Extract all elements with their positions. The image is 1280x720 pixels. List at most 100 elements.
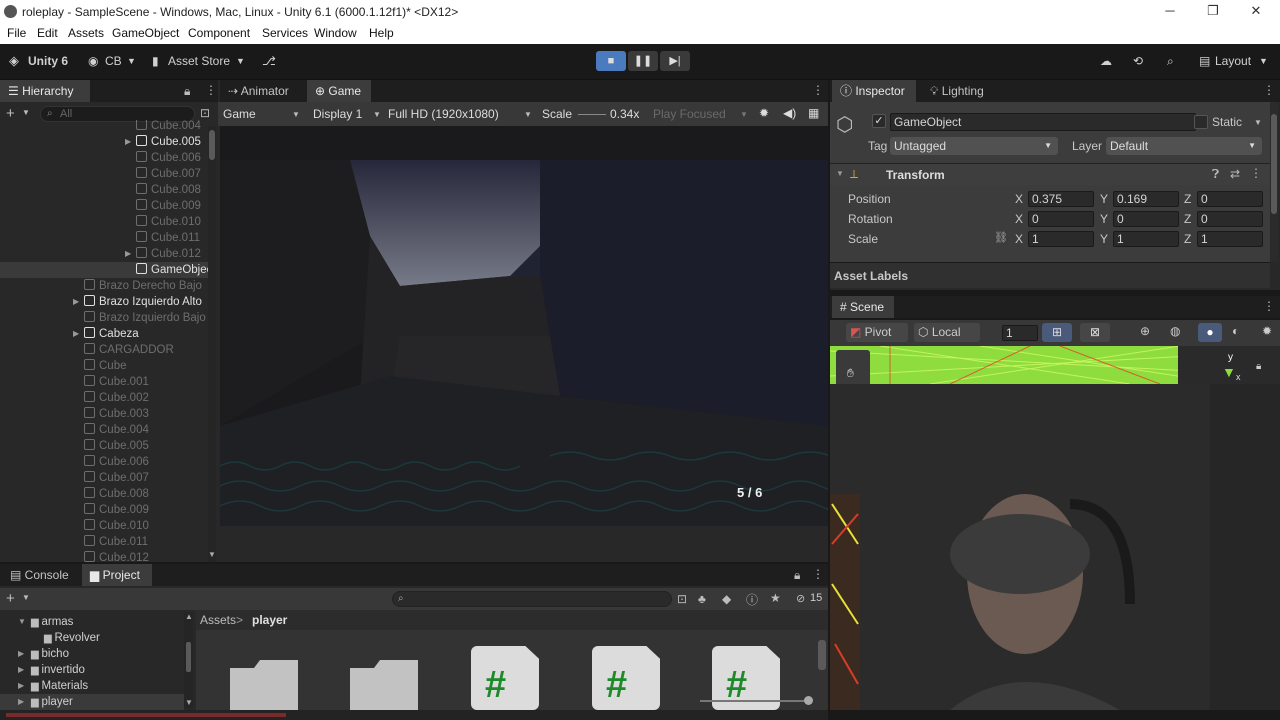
pause-button[interactable]: ❚❚ (628, 51, 658, 71)
menu-services[interactable]: Services (262, 26, 308, 40)
lock-icon[interactable]: 🔒︎ (794, 568, 800, 583)
folder-asset-icon[interactable] (230, 656, 298, 710)
asset-store-button[interactable]: Asset Store (168, 54, 230, 68)
gizmo-lock-icon[interactable]: 🔒︎ (1256, 361, 1261, 372)
scroll-down-icon[interactable]: ▼ (208, 550, 216, 559)
hierarchy-row[interactable]: Cube.002 (0, 390, 208, 406)
menu-edit[interactable]: Edit (37, 26, 58, 40)
expand-arrow-icon[interactable]: ▶ (73, 294, 79, 310)
hierarchy-row[interactable]: ▶ Cube.012 (0, 246, 208, 262)
hierarchy-row[interactable]: Cube (0, 358, 208, 374)
hierarchy-row[interactable]: Cube.004 (0, 120, 208, 134)
tab-animator[interactable]: ⇢ Animator (220, 80, 306, 102)
bug-icon[interactable]: ✹ (759, 106, 769, 120)
hierarchy-row[interactable]: Cube.006 (0, 454, 208, 470)
history-icon[interactable]: ⟲ (1133, 54, 1143, 68)
expand-arrow-icon[interactable]: ▶ (18, 694, 24, 710)
tab-lighting[interactable]: 💡︎ Lighting (922, 80, 1002, 102)
help-icon[interactable]: ❓︎ (1212, 167, 1219, 182)
hierarchy-row[interactable]: CARGADDOR (0, 342, 208, 358)
position-x-field[interactable]: 0.375 (1028, 191, 1094, 207)
stats-icon[interactable]: ▦ (808, 106, 819, 120)
expand-arrow-icon[interactable]: ▶ (18, 678, 24, 694)
hierarchy-row[interactable]: Cube.009 (0, 502, 208, 518)
mute-audio-icon[interactable]: ◀) (783, 106, 796, 120)
hierarchy-row[interactable]: GameObject (0, 262, 216, 278)
layout-button[interactable]: Layout (1215, 54, 1251, 68)
more-icon[interactable]: ⋮ (1263, 83, 1275, 97)
minimize-button[interactable]: ─ (1160, 3, 1180, 18)
account-button[interactable]: CB (105, 54, 122, 68)
version-control-icon[interactable]: ⎇ (262, 54, 276, 68)
position-y-label[interactable]: Y (1100, 192, 1108, 206)
folder-scroll-thumb[interactable] (186, 642, 191, 672)
expand-arrow-icon[interactable]: ▶ (18, 646, 24, 662)
hierarchy-row[interactable]: ▶ Brazo Izquierdo Alto (0, 294, 208, 310)
menu-component[interactable]: Component (188, 26, 250, 40)
tab-console[interactable]: ▤ Console (2, 564, 80, 586)
label-icon[interactable]: ◆ (722, 592, 731, 606)
hand-tool-icon[interactable]: ✋︎ (847, 366, 854, 381)
hierarchy-row[interactable]: Cube.011 (0, 534, 208, 550)
close-button[interactable]: ✕ (1246, 3, 1266, 19)
hierarchy-row[interactable]: Cube.001 (0, 374, 208, 390)
hierarchy-scrollbar[interactable]: ▼ (208, 126, 216, 562)
icon-size-slider-thumb[interactable] (804, 696, 813, 705)
project-search-input[interactable]: ⌕ (392, 591, 672, 607)
preset-icon[interactable]: ⇄ (1230, 167, 1240, 181)
asset-labels-bar[interactable]: Asset Labels (830, 262, 1270, 288)
hierarchy-row[interactable]: Cube.004 (0, 422, 208, 438)
play-stop-button[interactable]: ■ (596, 51, 626, 71)
scale-y-field[interactable]: 1 (1113, 231, 1179, 247)
rotation-x-label[interactable]: X (1015, 212, 1023, 226)
hierarchy-row[interactable]: Cube.007 (0, 166, 208, 182)
folder-row[interactable]: ▶ ▆ invertido (0, 662, 184, 678)
inspector-scrollbar[interactable] (1270, 102, 1278, 262)
hierarchy-row[interactable]: ▶ Cube.005 (0, 134, 208, 150)
csharp-script-icon[interactable]: # (592, 646, 660, 710)
effects-icon[interactable]: ✹ (1262, 324, 1272, 338)
unity-version-button[interactable]: Unity 6 (28, 54, 68, 68)
status-error-indicator[interactable] (6, 713, 286, 717)
grid-toggle-icon[interactable]: ⊞ (1042, 323, 1072, 342)
hierarchy-row[interactable]: Cube.003 (0, 406, 208, 422)
scale-z-label[interactable]: Z (1184, 232, 1191, 246)
assets-scroll-thumb[interactable] (818, 640, 826, 670)
info-icon[interactable]: ⓘ (746, 591, 758, 608)
search-by-type-icon[interactable]: ⊡ (677, 592, 687, 606)
gizmo-y-cone[interactable]: ▼ (1222, 364, 1236, 380)
step-button[interactable]: ▶| (660, 51, 690, 71)
play-focused-dropdown[interactable]: Play Focused (653, 107, 726, 121)
folder-row[interactable]: ▆ Revolver (0, 630, 184, 646)
expand-arrow-icon[interactable]: ▶ (73, 326, 79, 342)
hierarchy-row[interactable]: Cube.010 (0, 214, 208, 230)
static-checkbox[interactable] (1194, 115, 1208, 129)
menu-gameobject[interactable]: GameObject (112, 26, 179, 40)
breadcrumb-current[interactable]: player (252, 613, 287, 627)
inspector-scroll-thumb[interactable] (1271, 114, 1277, 214)
scale-x-field[interactable]: 1 (1028, 231, 1094, 247)
active-checkbox[interactable]: ✓ (872, 114, 886, 128)
star-icon[interactable]: ★ (770, 591, 781, 605)
more-icon[interactable]: ⋮ (1250, 166, 1262, 180)
rotation-y-label[interactable]: Y (1100, 212, 1108, 226)
transform-header[interactable]: ▼ ⟂ Transform ❓︎ ⇄ ⋮ (830, 163, 1270, 185)
position-y-field[interactable]: 0.169 (1113, 191, 1179, 207)
hierarchy-row[interactable]: Cube.009 (0, 198, 208, 214)
add-icon[interactable]: + (6, 590, 15, 607)
layer-dropdown[interactable]: Default ▼ (1106, 137, 1262, 155)
hierarchy-row[interactable]: Cube.007 (0, 470, 208, 486)
lock-icon[interactable]: 🔒︎ (184, 84, 190, 99)
tab-project[interactable]: ▆ Project (82, 564, 152, 586)
scene-viewport[interactable]: y ▼ 🔒︎ x (830, 346, 1280, 384)
tab-game[interactable]: ⊕ Game (307, 80, 371, 102)
resolution-dropdown[interactable]: Full HD (1920x1080) (388, 107, 499, 121)
constrain-proportions-icon[interactable]: ⛓︎ (994, 231, 1008, 244)
more-icon[interactable]: ⋮ (205, 83, 217, 97)
globe-icon[interactable]: ⊕ (1140, 324, 1150, 338)
game-viewport[interactable]: 5 / 6 (220, 126, 828, 526)
tag-dropdown[interactable]: Untagged ▼ (890, 137, 1058, 155)
tab-inspector[interactable]: ⓘ Inspector (832, 80, 916, 102)
hierarchy-row[interactable]: Cube.005 (0, 438, 208, 454)
menu-file[interactable]: File (7, 26, 26, 40)
